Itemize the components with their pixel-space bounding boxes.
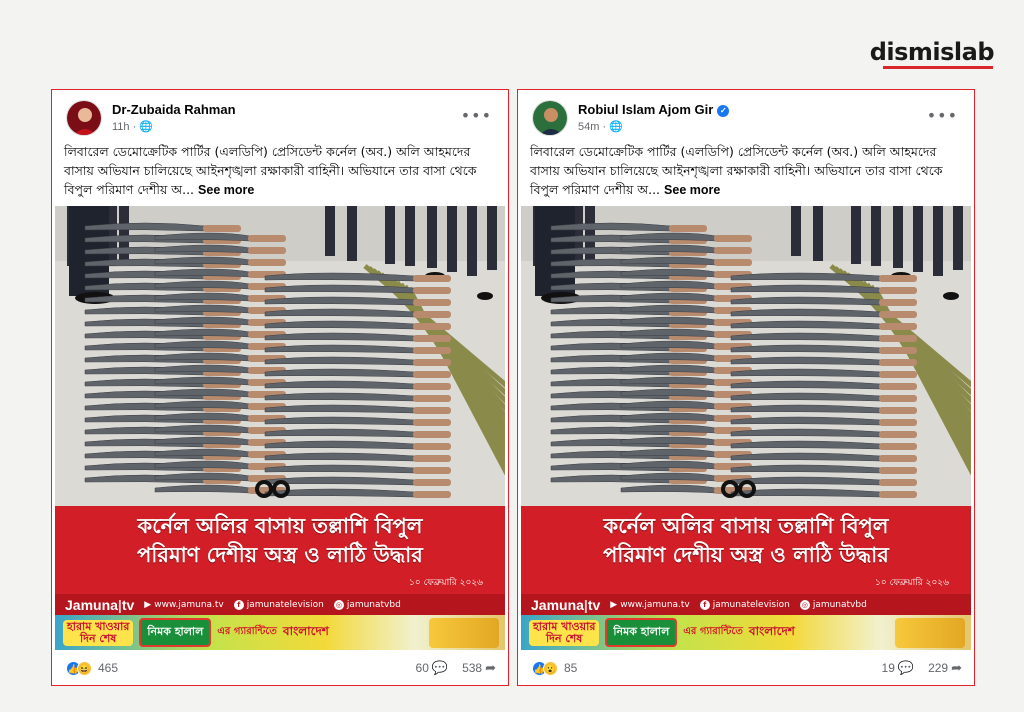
jamuna-tv-logo: Jamuna|tv [65, 596, 135, 613]
website-item: ▶ www.jamuna.tv [144, 599, 224, 610]
post-time[interactable]: 11h [112, 121, 130, 133]
facebook-post-card: Dr-Zubaida Rahman 11h · 🌐 ••• লিবারেল ডে… [51, 89, 509, 686]
headline-line-2: পরিমাণ দেশীয় অস্ত্র ও লাঠি উদ্ধার [603, 543, 889, 567]
avatar-image [67, 101, 101, 135]
headline-line-2: পরিমাণ দেশীয় অস্ত্র ও লাঠি উদ্ধার [137, 543, 423, 567]
weapons-photo [521, 206, 971, 506]
see-more-link[interactable]: See more [664, 183, 720, 197]
facebook-icon: f [233, 599, 244, 610]
ad-product-pack [429, 617, 499, 648]
more-options-icon[interactable]: ••• [461, 106, 492, 125]
post-time[interactable]: 54m [578, 121, 599, 133]
avatar[interactable] [532, 100, 568, 136]
post-header: Dr-Zubaida Rahman 11h · 🌐 ••• [66, 100, 496, 140]
facebook-icon: f [699, 599, 710, 610]
advertisement-strip: হারাম খাওয়ার দিন শেষ নিমক হালাল এর গ্যার… [521, 615, 971, 650]
avatar[interactable] [66, 100, 102, 136]
headline-line-1: কর্নেল অলির বাসায় তল্লাশি বিপুল [137, 514, 423, 538]
news-banner: কর্নেল অলির বাসায় তল্লাশি বিপুল পরিমাণ দ… [521, 506, 971, 594]
more-options-icon[interactable]: ••• [927, 106, 958, 125]
banner-date: ১০ ফেব্রুয়ারি ২০২৬ [875, 578, 949, 588]
ad-brand: নিমক হালাল [139, 618, 212, 647]
caption-text: লিবারেল ডেমোক্রেটিক পার্টির (এলডিপি) প্র… [530, 144, 943, 197]
globe-icon: 🌐 [139, 121, 154, 133]
play-arrow-icon: ▶ [144, 599, 152, 610]
instagram-item: ◎ jamunatvbd [799, 599, 867, 610]
post-header: Robiul Islam Ajom Gir ✓ 54m · 🌐 ••• [532, 100, 962, 140]
post-photo[interactable] [55, 206, 505, 506]
ad-brand: নিমক হালাল [605, 618, 678, 647]
share-count[interactable]: 229 ➦ [928, 660, 962, 676]
author-name-text[interactable]: Robiul Islam Ajom Gir [578, 102, 713, 117]
post-caption: লিবারেল ডেমোক্রেটিক পার্টির (এলডিপি) প্র… [530, 142, 964, 200]
author-name-text[interactable]: Dr-Zubaida Rahman [112, 102, 236, 117]
post-meta[interactable]: 54m · 🌐 [578, 120, 623, 133]
haha-icon[interactable]: 😆 [77, 660, 92, 676]
post-caption: লিবারেল ডেমোক্রেটিক পার্টির (এলডিপি) প্র… [64, 142, 498, 200]
facebook-post-card: Robiul Islam Ajom Gir ✓ 54m · 🌐 ••• লিবার… [517, 89, 975, 686]
jamuna-tv-logo: Jamuna|tv [531, 596, 601, 613]
share-count[interactable]: 538 ➦ [462, 660, 496, 676]
reaction-count[interactable]: 85 [564, 661, 577, 675]
see-more-link[interactable]: See more [198, 183, 254, 197]
ad-country: বাংলাদেশ [282, 623, 329, 638]
advertisement-strip: হারাম খাওয়ার দিন শেষ নিমক হালাল এর গ্যার… [55, 615, 505, 650]
globe-icon: 🌐 [609, 121, 623, 133]
post-photo[interactable] [521, 206, 971, 506]
reaction-count[interactable]: 465 [98, 661, 118, 675]
ad-slogan: হারাম খাওয়ার দিন শেষ [63, 619, 134, 646]
comment-icon: 💬 [897, 660, 915, 675]
logo-underline [883, 66, 993, 69]
post-meta[interactable]: 11h · 🌐 [112, 120, 153, 133]
avatar-image [533, 101, 567, 135]
channel-bar: Jamuna|tv ▶ www.jamuna.tv f jamunatelevisi… [55, 594, 505, 615]
weapons-photo [55, 206, 505, 506]
share-icon: ➦ [951, 660, 962, 675]
channel-bar: Jamuna|tv ▶ www.jamuna.tv f jamunatelevisi… [521, 594, 971, 615]
dismislab-logo: dismislab [869, 38, 995, 66]
headline-line-1: কর্নেল অলির বাসায় তল্লাশি বিপুল [603, 514, 889, 538]
instagram-icon: ◎ [333, 599, 344, 610]
news-banner: কর্নেল অলির বাসায় তল্লাশি বিপুল পরিমাণ দ… [55, 506, 505, 594]
wow-icon[interactable]: 😮 [543, 660, 558, 676]
instagram-icon: ◎ [799, 599, 810, 610]
facebook-item: f jamunatelevision [233, 599, 324, 610]
post-footer: 👍 😆 465 60 💬 538 ➦ [66, 658, 496, 678]
banner-date: ১০ ফেব্রুয়ারি ২০২৬ [409, 578, 483, 588]
ad-product-pack [895, 617, 965, 648]
verified-badge-icon: ✓ [717, 105, 730, 117]
caption-text: লিবারেল ডেমোক্রেটিক পার্টির (এলডিপি) প্র… [64, 144, 477, 197]
author-name[interactable]: Robiul Islam Ajom Gir ✓ [578, 102, 730, 117]
author-name[interactable]: Dr-Zubaida Rahman [112, 102, 236, 117]
share-icon: ➦ [485, 660, 496, 675]
comment-icon: 💬 [431, 660, 449, 675]
ad-connector: এর গ্যারান্টিতে [683, 626, 743, 637]
news-headline: কর্নেল অলির বাসায় তল্লাশি বিপুল পরিমাণ দ… [521, 506, 971, 570]
play-arrow-icon: ▶ [610, 599, 618, 610]
ad-connector: এর গ্যারান্টিতে [217, 626, 277, 637]
news-headline: কর্নেল অলির বাসায় তল্লাশি বিপুল পরিমাণ দ… [55, 506, 505, 570]
ad-country: বাংলাদেশ [748, 623, 795, 638]
instagram-item: ◎ jamunatvbd [333, 599, 401, 610]
comment-count[interactable]: 60 💬 [416, 660, 449, 676]
website-item: ▶ www.jamuna.tv [610, 599, 690, 610]
ad-slogan: হারাম খাওয়ার দিন শেষ [529, 619, 600, 646]
comment-count[interactable]: 19 💬 [882, 660, 915, 676]
post-footer: 👍 😮 85 19 💬 229 ➦ [532, 658, 962, 678]
facebook-item: f jamunatelevision [699, 599, 790, 610]
